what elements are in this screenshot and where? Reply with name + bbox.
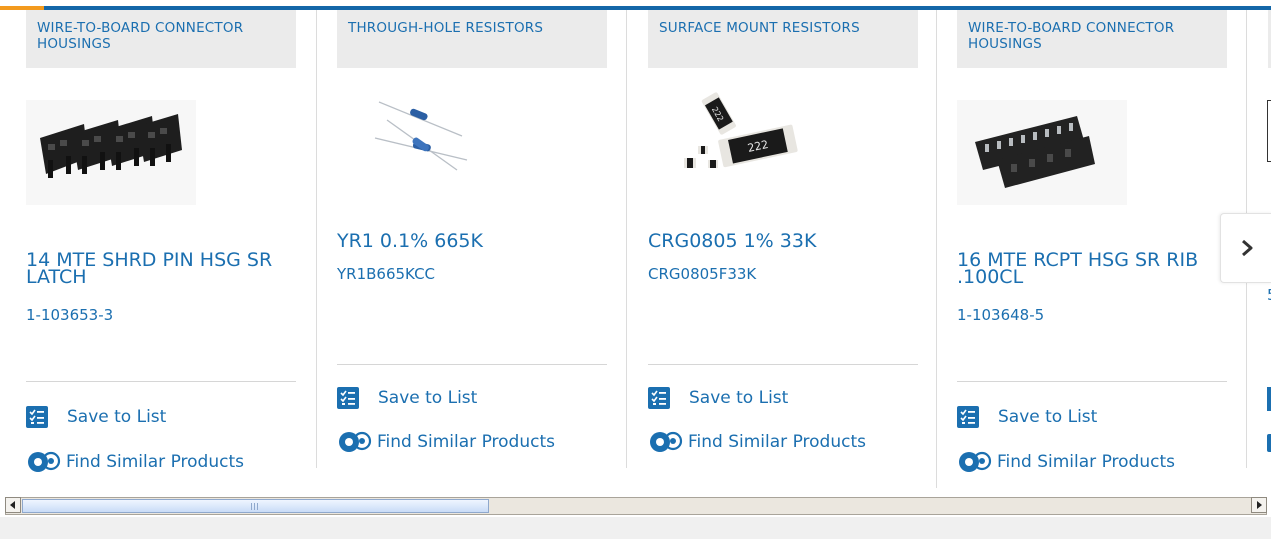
carousel-next-button[interactable]	[1220, 213, 1271, 283]
partial-card-image	[1267, 100, 1271, 162]
bottom-bar	[0, 517, 1271, 539]
save-to-list-button[interactable]: Save to List	[26, 405, 166, 429]
horizontal-scrollbar[interactable]	[5, 497, 1267, 515]
divider	[957, 381, 1227, 382]
part-number[interactable]: 1-103653-3	[26, 306, 113, 324]
find-similar-products-button[interactable]: Find Similar Products	[26, 450, 244, 474]
similar-gears-icon	[650, 431, 683, 452]
save-to-list-button[interactable]: Save to List	[648, 386, 788, 410]
checklist-icon	[26, 406, 48, 428]
smd-resistors-photo[interactable]: 222 222	[648, 80, 818, 185]
divider	[648, 364, 918, 365]
partial-card-checklist-icon	[1267, 387, 1271, 411]
save-to-list-label: Save to List	[378, 388, 478, 408]
triangle-left-icon	[10, 501, 15, 509]
checklist-icon	[648, 387, 670, 409]
part-number[interactable]: YR1B665KCC	[337, 265, 435, 283]
product-category[interactable]: SURFACE MOUNT RESISTORS	[648, 10, 918, 68]
save-to-list-button[interactable]: Save to List	[337, 386, 477, 410]
find-similar-label: Find Similar Products	[688, 432, 866, 452]
card-divider	[936, 10, 937, 488]
card-divider	[626, 10, 627, 468]
grip-line	[257, 503, 258, 510]
part-number[interactable]: 1-103648-5	[957, 306, 1044, 324]
find-similar-label: Find Similar Products	[997, 452, 1175, 472]
part-number[interactable]: CRG0805F33K	[648, 265, 756, 283]
scroll-right-button[interactable]	[1251, 497, 1267, 513]
find-similar-products-button[interactable]: Find Similar Products	[957, 450, 1175, 474]
checklist-icon	[957, 406, 979, 428]
product-title[interactable]: 16 MTE RCPT HSG SR RIB .100CL	[957, 251, 1227, 287]
save-to-list-label: Save to List	[998, 407, 1098, 427]
chevron-right-icon	[1241, 239, 1252, 257]
black-connector-housing-photo[interactable]	[26, 100, 196, 205]
similar-gears-icon	[28, 451, 61, 472]
save-to-list-label: Save to List	[67, 407, 167, 427]
scrollbar-thumb[interactable]	[22, 499, 489, 513]
axial-resistors-photo[interactable]	[337, 80, 507, 185]
card-divider	[316, 10, 317, 468]
find-similar-label: Find Similar Products	[66, 452, 244, 472]
divider	[337, 364, 607, 365]
product-title[interactable]: 14 MTE SHRD PIN HSG SR LATCH	[26, 251, 296, 287]
divider	[26, 381, 296, 382]
product-title[interactable]: CRG0805 1% 33K	[648, 232, 918, 251]
find-similar-label: Find Similar Products	[377, 432, 555, 452]
find-similar-products-button[interactable]: Find Similar Products	[648, 430, 866, 454]
grip-line	[254, 503, 255, 510]
similar-gears-icon	[959, 451, 992, 472]
product-category[interactable]: WIRE-TO-BOARD CONNECTOR HOUSINGS	[957, 10, 1227, 68]
partial-card-gears-icon	[1267, 434, 1271, 452]
similar-gears-icon	[339, 431, 372, 452]
grip-line	[251, 503, 252, 510]
save-to-list-button[interactable]: Save to List	[957, 405, 1097, 429]
partial-card-part-number: 5	[1267, 286, 1271, 304]
save-to-list-label: Save to List	[689, 388, 789, 408]
triangle-right-icon	[1257, 501, 1262, 509]
product-category[interactable]: THROUGH-HOLE RESISTORS	[337, 10, 607, 68]
receptacle-housing-photo[interactable]	[957, 100, 1127, 205]
checklist-icon	[337, 387, 359, 409]
find-similar-products-button[interactable]: Find Similar Products	[337, 430, 555, 454]
product-category[interactable]: WIRE-TO-BOARD CONNECTOR HOUSINGS	[26, 10, 296, 68]
scroll-left-button[interactable]	[5, 497, 21, 513]
product-title[interactable]: YR1 0.1% 665K	[337, 232, 607, 251]
product-carousel: WIRE-TO-BOARD CONNECTOR HOUSINGS 14 MTE …	[0, 0, 1271, 490]
